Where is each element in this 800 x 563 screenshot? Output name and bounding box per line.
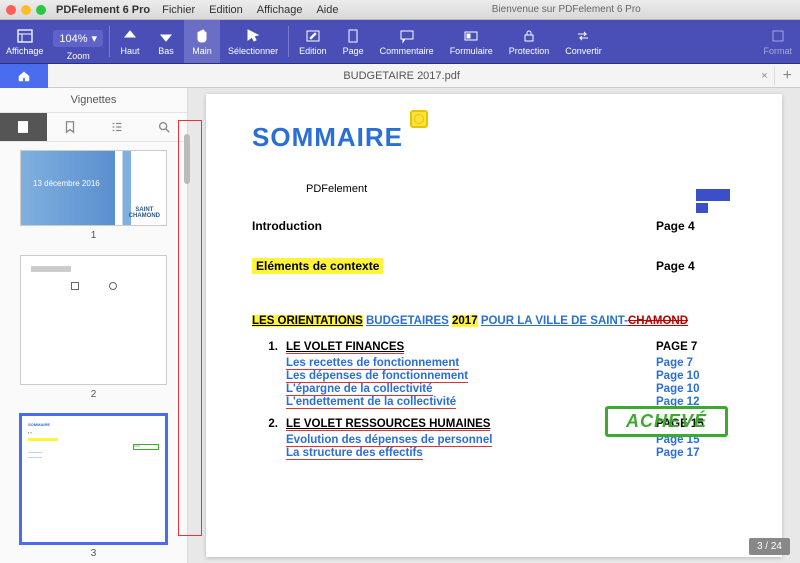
sticky-note-icon[interactable] (410, 110, 428, 128)
tool-page[interactable]: Page (335, 20, 372, 63)
section-1-title: LE VOLET FINANCES (286, 341, 656, 353)
toc-sub-item[interactable]: Les dépenses de fonctionnementPage 10 (252, 370, 736, 382)
menu-help[interactable]: Aide (316, 4, 338, 16)
thumbnail-1[interactable]: 13 décembre 2016 SAINT CHAMOND (20, 150, 167, 226)
sidebar-scrollbar-thumb[interactable] (184, 134, 190, 184)
tool-format: Format (755, 20, 800, 63)
toc-sub-item[interactable]: L'épargne de la collectivitéPage 10 (252, 383, 736, 395)
home-tab[interactable] (0, 64, 48, 88)
document-canvas[interactable]: SOMMAIRE PDFelement Introduction Page 4 … (188, 88, 800, 563)
zoom-dropdown[interactable]: 104% ▾ (53, 30, 103, 47)
window-controls[interactable] (6, 5, 46, 15)
tool-hand[interactable]: Main (184, 20, 220, 63)
thumbnail-2-number: 2 (20, 389, 167, 400)
nav-bookmarks-icon[interactable] (47, 113, 94, 141)
sidebar-nav (0, 113, 187, 142)
toc-sub-item[interactable]: La structure des effectifsPage 17 (252, 447, 736, 459)
sidebar: Vignettes 13 décembre 2016 SAINT CHAMOND… (0, 88, 188, 563)
nav-outline-icon[interactable] (94, 113, 141, 141)
tab-bar: BUDGETAIRE 2017.pdf × + (0, 64, 800, 88)
thumbnail-list[interactable]: 13 décembre 2016 SAINT CHAMOND 1 2 SOMMA… (0, 142, 187, 563)
tool-up[interactable]: Haut (112, 20, 148, 63)
close-tab-icon[interactable]: × (755, 70, 773, 82)
view-label: Affichage (6, 46, 43, 56)
thumbnail-3[interactable]: SOMMAIRE ▪ ▪ ACH ───── ───── (20, 414, 167, 544)
row-context-page: Page 4 (656, 259, 736, 273)
row-context-label: Eléments de contexte (252, 258, 383, 274)
tool-edit[interactable]: Edition (291, 20, 335, 63)
minimize-window-icon[interactable] (21, 5, 31, 15)
document-tab-title[interactable]: BUDGETAIRE 2017.pdf (48, 70, 755, 82)
app-title: PDFelement 6 Pro (56, 4, 150, 16)
document-page: SOMMAIRE PDFelement Introduction Page 4 … (206, 94, 782, 557)
sidebar-title: Vignettes (0, 88, 187, 113)
chevron-down-icon: ▾ (92, 32, 98, 45)
pdfelement-text: PDFelement (306, 183, 367, 195)
tool-comment[interactable]: Commentaire (372, 20, 442, 63)
welcome-text: Bienvenue sur PDFelement 6 Pro (492, 4, 641, 15)
tool-convert[interactable]: Convertir (557, 20, 610, 63)
zoom-window-icon[interactable] (36, 5, 46, 15)
toc-sub-item[interactable]: Les recettes de fonctionnementPage 7 (252, 357, 736, 369)
new-tab-icon[interactable]: + (774, 67, 800, 85)
orientations-heading: LES ORIENTATIONS BUDGETAIRES 2017 POUR L… (252, 315, 736, 327)
zoom-label: Zoom (67, 51, 90, 61)
menu-edit[interactable]: Edition (209, 4, 243, 16)
titlebar: PDFelement 6 Pro Fichier Edition Afficha… (0, 0, 800, 20)
tool-form[interactable]: Formulaire (442, 20, 501, 63)
thumbnail-1-number: 1 (20, 230, 167, 241)
thumbnail-3-number: 3 (20, 548, 167, 559)
toolbar: Affichage 104% ▾ Zoom Haut Bas Main Séle… (0, 20, 800, 64)
section-2-title: LE VOLET RESSOURCES HUMAINES (286, 418, 656, 430)
tool-protect[interactable]: Protection (501, 20, 558, 63)
thumbnail-2[interactable] (20, 255, 167, 385)
menu-file[interactable]: Fichier (162, 4, 195, 16)
page-counter[interactable]: 3 / 24 (749, 538, 790, 555)
tool-down[interactable]: Bas (148, 20, 184, 63)
close-window-icon[interactable] (6, 5, 16, 15)
row-intro-label: Introduction (252, 219, 656, 233)
heading-sommaire: SOMMAIRE (252, 122, 736, 153)
row-intro-page: Page 4 (656, 219, 736, 233)
nav-thumbnails-icon[interactable] (0, 113, 47, 141)
stamp-acheve: ACHEVÉ (605, 406, 728, 437)
view-mode-button[interactable]: Affichage (0, 20, 49, 63)
zoom-value: 104% (59, 33, 87, 45)
tool-select[interactable]: Sélectionner (220, 20, 286, 63)
menu-view[interactable]: Affichage (257, 4, 303, 16)
nav-search-icon[interactable] (140, 113, 187, 141)
menu-bar: Fichier Edition Affichage Aide (162, 4, 338, 16)
